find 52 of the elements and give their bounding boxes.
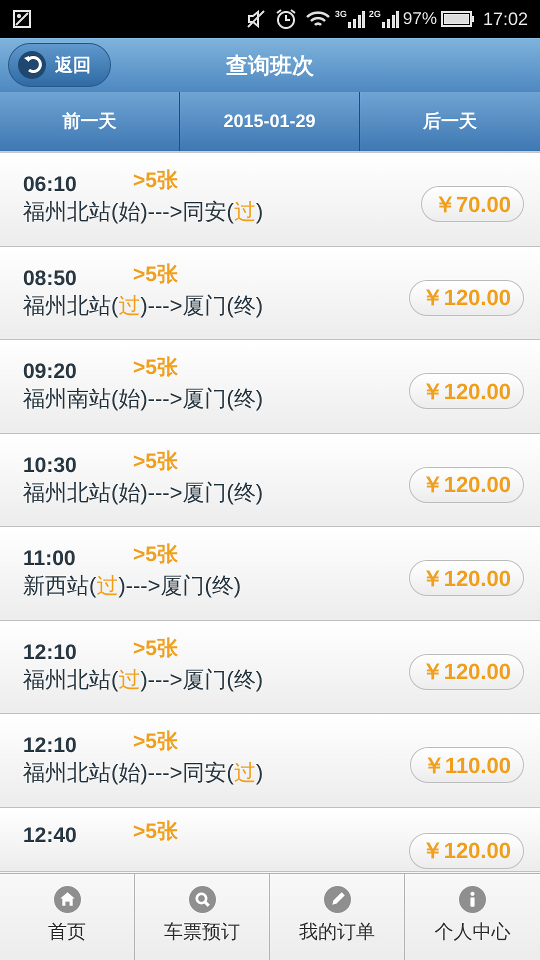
network-label: 2G [368,10,381,19]
departure-time: 12:40 [23,822,78,848]
ticket-count: >5张 [133,818,178,844]
trip-row[interactable]: 12:10 >5张 福州北站(始)--->同安(过) ￥110.00 [0,714,540,808]
info-icon [459,886,486,914]
trip-row[interactable]: 11:00 >5张 新西站(过)--->厦门(终) ￥120.00 [0,527,540,620]
trip-row[interactable]: 08:50 >5张 福州北站(过)--->厦门(终) ￥120.00 [0,246,540,340]
page-title: 查询班次 [226,52,314,80]
nav-tab[interactable]: 首页 [0,874,135,960]
nav-tab[interactable]: 车票预订 [135,874,270,960]
departure-time: 09:20 [23,359,78,386]
home-icon [54,886,80,914]
route-text: 福州北站(始)--->同安(过) [23,198,264,226]
trip-row[interactable]: 09:20 >5张 福州南站(始)--->厦门(终) ￥120.00 [0,340,540,434]
route-text: 福州北站(过)--->厦门(终) [23,666,264,694]
image-icon [12,9,32,29]
trip-row[interactable]: 12:10 >5张 福州北站(过)--->厦门(终) ￥120.00 [0,620,540,714]
ticket-count: >5张 [133,729,178,756]
departure-time: 12:10 [23,640,78,666]
ticket-count: >5张 [133,636,178,662]
signal-icon [346,10,365,28]
network-label: 3G [334,10,347,19]
route-text: 福州北站(始)--->同安(过) [23,759,264,788]
ticket-count: >5张 [133,355,178,382]
trip-row[interactable]: 06:10 >5张 福州北站(始)--->同安(过) ￥70.00 [0,153,540,246]
trip-row[interactable]: 12:40 >5张 ￥120.00 [0,808,540,872]
battery-icon [440,11,475,27]
ticket-count: >5张 [133,262,178,288]
back-button[interactable]: 返回 [8,43,111,87]
nav-tab[interactable]: 个人中心 [405,874,540,960]
departure-time: 11:00 [23,546,77,572]
trip-row[interactable]: 10:30 >5张 福州北站(始)--->厦门(终) ￥120.00 [0,434,540,527]
signal-icon [380,10,399,28]
search-icon [188,886,216,914]
alarm-icon [274,8,297,30]
departure-time: 08:50 [23,266,78,292]
back-icon [17,50,47,80]
route-text: 福州北站(始)--->厦门(终) [23,478,264,507]
departure-time: 12:10 [23,733,78,760]
route-text: 福州南站(始)--->厦门(终) [23,385,264,414]
mute-icon [244,9,267,29]
route-text: 新西站(过)--->厦门(终) [23,572,242,600]
ticket-count: >5张 [133,542,178,568]
departure-time: 06:10 [23,172,78,198]
ticket-count: >5张 [133,448,178,475]
clock: 17:02 [482,8,528,30]
departure-time: 10:30 [23,452,78,479]
ticket-count: >5张 [133,168,178,194]
battery-percent: 97% [402,8,437,30]
nav-tab[interactable]: 我的订单 [270,874,405,960]
route-text: 福州北站(过)--->厦门(终) [23,292,264,320]
pencil-icon [324,886,350,914]
